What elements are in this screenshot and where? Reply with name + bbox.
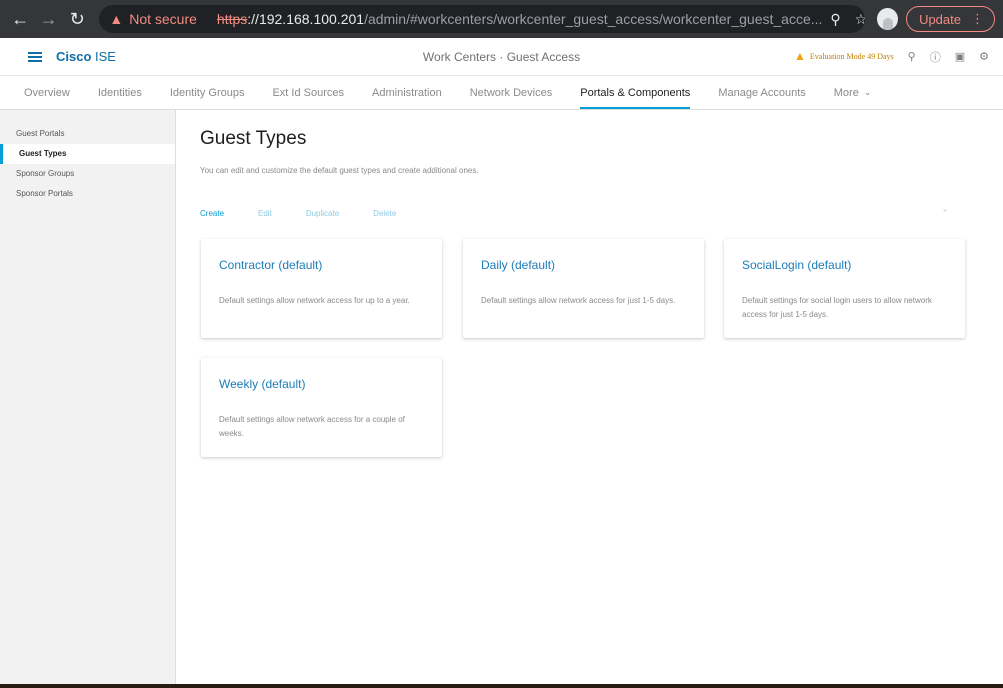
warning-icon: ▲: [109, 11, 124, 27]
sidebar-item-guest-types[interactable]: Guest Types: [0, 144, 175, 164]
search-icon[interactable]: ⚲: [908, 50, 916, 63]
page-title: Guest Types: [200, 128, 307, 149]
tab-ext-id-sources[interactable]: Ext Id Sources: [272, 76, 344, 109]
update-button[interactable]: Update ⋮: [906, 6, 995, 32]
tab-network-devices[interactable]: Network Devices: [470, 76, 553, 109]
close-icon[interactable]: ×: [943, 208, 947, 215]
card-description: Default settings allow network access fo…: [481, 296, 676, 305]
reload-icon[interactable]: ↻: [65, 6, 89, 32]
edit-button[interactable]: Edit: [258, 209, 272, 218]
tab-identities[interactable]: Identities: [98, 76, 142, 109]
delete-button[interactable]: Delete: [373, 209, 396, 218]
header-actions: ▲ Evaluation Mode 49 Days ⚲ ⓘ ▣ ⚙: [794, 49, 989, 65]
card-description: Default settings for social login users …: [742, 296, 932, 319]
action-toolbar: Create Edit Duplicate Delete: [200, 209, 430, 218]
create-button[interactable]: Create: [200, 209, 224, 218]
browser-toolbar: ← → ↻ ▲ Not secure https://192.168.100.2…: [0, 0, 1003, 38]
zoom-search-icon[interactable]: ⚲: [830, 11, 840, 28]
card-title[interactable]: SocialLogin (default): [742, 258, 851, 272]
tab-administration[interactable]: Administration: [372, 76, 442, 109]
url-host: ://192.168.100.201: [247, 11, 365, 27]
brand-light: ISE: [91, 49, 116, 64]
guest-type-card-contractor[interactable]: Contractor (default) Default settings al…: [201, 239, 442, 338]
person-icon: [882, 18, 893, 30]
card-title[interactable]: Daily (default): [481, 258, 555, 272]
card-title[interactable]: Contractor (default): [219, 258, 322, 272]
guest-type-card-weekly[interactable]: Weekly (default) Default settings allow …: [201, 358, 442, 457]
app-brand: Cisco ISE: [56, 49, 116, 64]
hamburger-menu-icon[interactable]: [28, 51, 42, 62]
page-description: You can edit and customize the default g…: [200, 166, 479, 175]
duplicate-button[interactable]: Duplicate: [306, 209, 339, 218]
url-scheme: https: [216, 11, 248, 27]
gear-icon[interactable]: ⚙: [979, 50, 989, 63]
star-icon[interactable]: ☆: [855, 11, 866, 28]
evaluation-text: Evaluation Mode 49 Days: [809, 52, 894, 61]
guest-type-card-sociallogin[interactable]: SocialLogin (default) Default settings f…: [724, 239, 965, 338]
guest-type-card-daily[interactable]: Daily (default) Default settings allow n…: [463, 239, 704, 338]
security-status[interactable]: Not secure: [129, 11, 197, 27]
sidebar-item-guest-portals[interactable]: Guest Portals: [0, 124, 175, 144]
url-path: /admin/#workcenters/workcenter_guest_acc…: [364, 11, 823, 27]
chevron-down-icon: ⌄: [863, 87, 872, 97]
card-description: Default settings allow network access fo…: [219, 296, 410, 305]
arrow-left-icon[interactable]: ←: [8, 6, 32, 32]
card-title[interactable]: Weekly (default): [219, 377, 305, 391]
tab-overview[interactable]: Overview: [24, 76, 70, 109]
tab-more[interactable]: More ⌄: [834, 76, 872, 109]
notifications-icon[interactable]: ▣: [955, 50, 965, 63]
tab-identity-groups[interactable]: Identity Groups: [170, 76, 245, 109]
app-header: Cisco ISE Work Centers · Guest Access ▲ …: [0, 38, 1003, 76]
evaluation-badge[interactable]: ▲ Evaluation Mode 49 Days: [794, 49, 894, 64]
arrow-right-icon[interactable]: →: [36, 6, 60, 32]
tab-more-label: More: [833, 86, 859, 99]
window-bottom-edge: [0, 684, 1003, 688]
tab-portals-components[interactable]: Portals & Components: [580, 76, 691, 109]
help-icon[interactable]: ⓘ: [930, 49, 941, 65]
sidebar: Guest Portals Guest Types Sponsor Groups…: [0, 110, 176, 684]
sidebar-item-sponsor-portals[interactable]: Sponsor Portals: [0, 184, 175, 204]
sidebar-item-sponsor-groups[interactable]: Sponsor Groups: [0, 164, 175, 184]
omnibox-actions: ⚲ ☆: [822, 11, 865, 28]
address-bar[interactable]: ▲ Not secure https://192.168.100.201/adm…: [99, 5, 866, 33]
card-description: Default settings allow network access fo…: [219, 415, 405, 438]
main-content: Guest Types You can edit and customize t…: [176, 110, 1003, 684]
top-nav-tabs: Overview Identities Identity Groups Ext …: [0, 76, 1003, 110]
update-label: Update: [919, 11, 961, 27]
profile-avatar[interactable]: [877, 8, 899, 30]
brand-bold: Cisco: [56, 49, 92, 64]
warning-icon: ▲: [794, 49, 806, 63]
tab-manage-accounts[interactable]: Manage Accounts: [718, 76, 805, 109]
kebab-menu-icon: ⋮: [970, 11, 984, 26]
